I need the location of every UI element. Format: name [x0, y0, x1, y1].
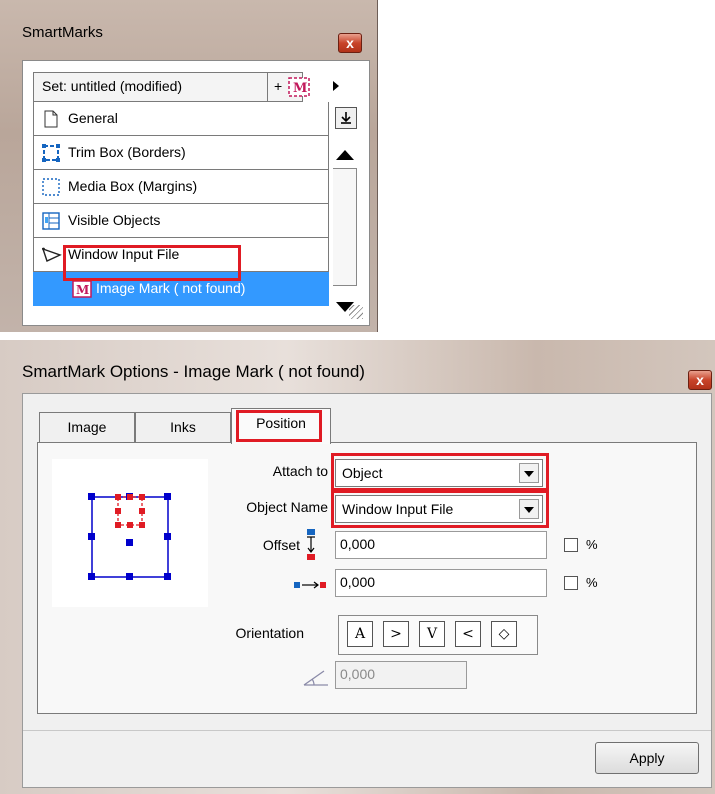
list-item-label: Visible Objects [68, 212, 161, 228]
image-mark-icon: M [72, 280, 92, 298]
angle-icon [302, 667, 330, 691]
tab-inks[interactable]: Inks [135, 412, 231, 442]
smartmarks-panel: Set: untitled (modified) + M General Tri… [22, 60, 370, 326]
orientation-down-button[interactable]: V [419, 621, 445, 647]
attach-to-label: Attach to [272, 463, 328, 479]
set-label: Set: untitled (modified) [42, 78, 183, 94]
import-arrow-icon [341, 112, 351, 124]
smartmarks-close-button[interactable]: x [338, 33, 362, 53]
scroll-up-arrow-icon[interactable] [336, 150, 354, 160]
smartmarks-window: SmartMarks x Set: untitled (modified) + … [0, 0, 378, 332]
orientation-custom-button[interactable]: ◇ [491, 621, 517, 647]
vertical-offset-icon [304, 529, 318, 565]
orientation-right-button[interactable]: > [383, 621, 409, 647]
smartmarks-titlebar[interactable]: SmartMarks x [0, 0, 377, 53]
annotation-highlight-position-tab [236, 410, 322, 442]
window-input-file-icon [41, 246, 62, 264]
position-preview [52, 459, 208, 607]
horizontal-offset-icon [294, 577, 328, 594]
options-client-area: Image Inks Position Attach to Object Obj… [22, 393, 712, 788]
media-box-icon [42, 178, 60, 196]
offset-horizontal-percent-checkbox[interactable] [564, 576, 578, 590]
resize-grip[interactable] [349, 305, 363, 319]
offset-label: Offset [262, 537, 300, 553]
list-item-label: Media Box (Margins) [68, 178, 198, 194]
image-mark-add-icon[interactable]: M [288, 77, 310, 101]
set-selector[interactable]: Set: untitled (modified) + M [33, 72, 310, 102]
page-icon [42, 110, 60, 128]
set-header-divider [267, 73, 268, 101]
apply-button[interactable]: Apply [595, 742, 699, 774]
list-item-general[interactable]: General [33, 102, 329, 136]
tab-image[interactable]: Image [39, 412, 135, 442]
options-title: SmartMark Options - Image Mark ( not fou… [22, 362, 365, 381]
percent-label: % [586, 575, 598, 590]
import-button[interactable] [335, 107, 357, 129]
orientation-group: A > V < ◇ [338, 615, 538, 655]
orientation-label: Orientation [235, 625, 304, 641]
list-item-media-box[interactable]: Media Box (Margins) [33, 170, 329, 204]
trim-box-icon [42, 144, 60, 162]
list-item-label: Image Mark ( not found) [96, 280, 246, 296]
annotation-highlight-object-name [331, 490, 549, 528]
svg-text:M: M [293, 81, 307, 96]
offset-horizontal-input[interactable]: 0,000 [335, 569, 547, 597]
list-scrollbar[interactable] [331, 140, 361, 322]
add-mark-button[interactable]: + [274, 78, 282, 94]
footer-divider [23, 730, 711, 731]
object-name-label: Object Name [246, 499, 328, 515]
smartmark-options-window: SmartMark Options - Image Mark ( not fou… [0, 340, 715, 794]
visible-objects-icon [42, 212, 60, 230]
list-item-label: Trim Box (Borders) [68, 144, 186, 160]
annotation-highlight-window-input-file [63, 245, 241, 281]
orientation-left-button[interactable]: < [455, 621, 481, 647]
list-item-label: General [68, 110, 118, 126]
options-close-button[interactable]: x [688, 370, 712, 390]
smartmarks-title: SmartMarks [22, 24, 103, 41]
scroll-thumb[interactable] [333, 168, 357, 286]
offset-vertical-input[interactable]: 0,000 [335, 531, 547, 559]
list-item-trim-box[interactable]: Trim Box (Borders) [33, 136, 329, 170]
offset-vertical-percent-checkbox[interactable] [564, 538, 578, 552]
annotation-highlight-attach-to [331, 453, 549, 491]
percent-label: % [586, 537, 598, 552]
orientation-up-button[interactable]: A [347, 621, 373, 647]
angle-input[interactable]: 0,000 [335, 661, 467, 689]
position-panel: Attach to Object Object Name Window Inpu… [37, 442, 697, 714]
set-menu-arrow-icon[interactable] [333, 81, 339, 91]
svg-text:M: M [76, 283, 89, 297]
list-item-visible-objects[interactable]: Visible Objects [33, 204, 329, 238]
